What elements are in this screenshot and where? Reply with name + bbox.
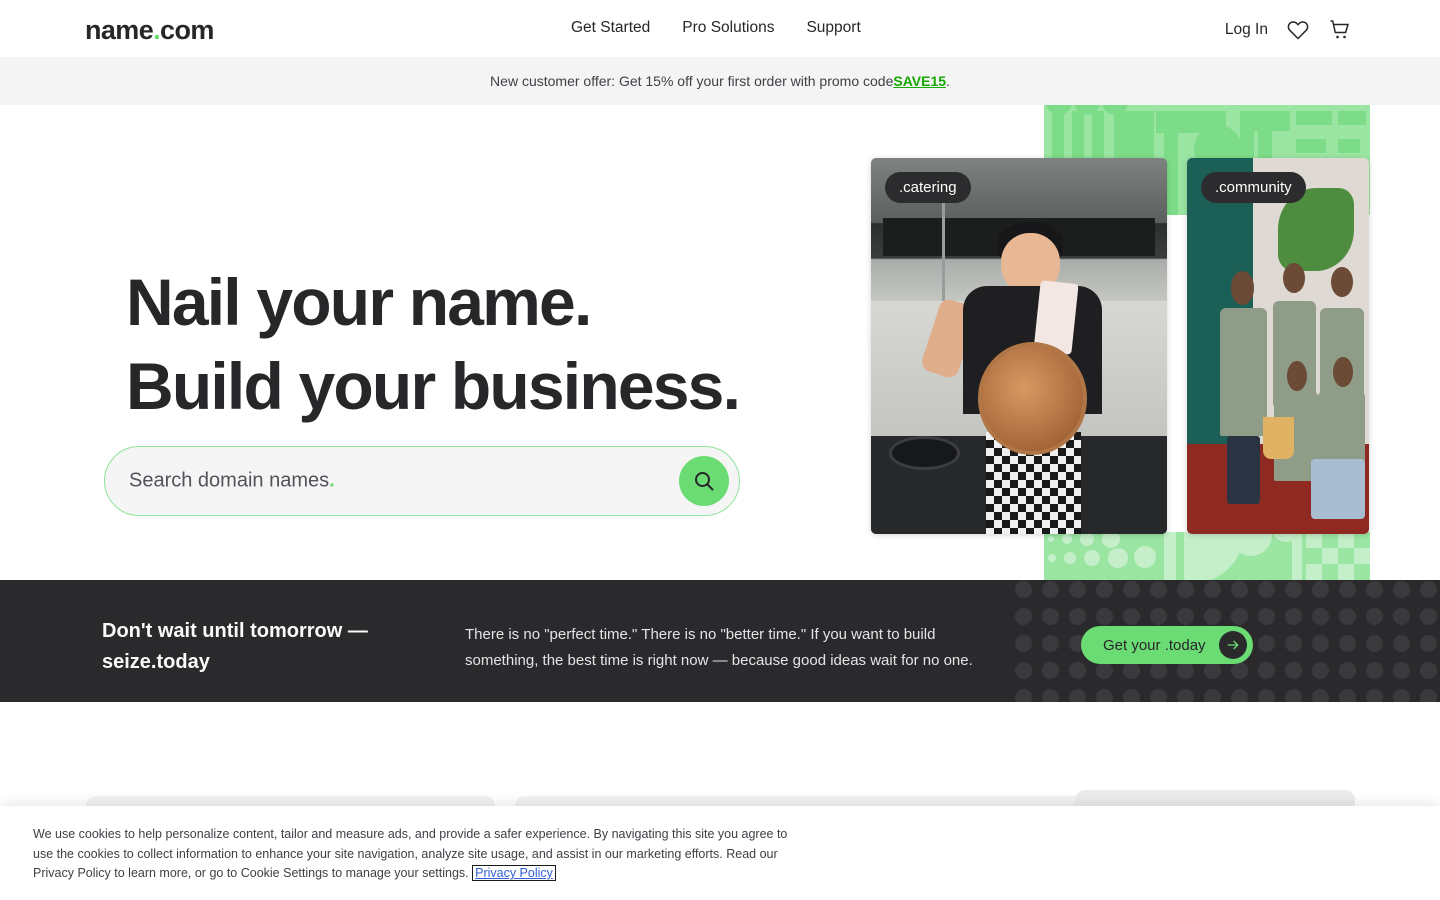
promo-text: New customer offer: Get 15% off your fir…	[490, 73, 894, 89]
site-header: name.com Get Started Pro Solutions Suppo…	[0, 0, 1440, 57]
cookie-consent-banner: We use cookies to help personalize conte…	[0, 806, 1440, 900]
login-link[interactable]: Log In	[1225, 21, 1268, 39]
get-your-today-button[interactable]: Get your .today	[1081, 626, 1253, 664]
main-nav: Get Started Pro Solutions Support	[571, 19, 861, 37]
logo-com: com	[160, 15, 214, 45]
chef-in-kitchen-photo	[871, 158, 1167, 534]
heart-icon[interactable]	[1286, 18, 1310, 42]
nav-item-pro-solutions[interactable]: Pro Solutions	[682, 19, 774, 37]
promo-suffix: .	[946, 73, 950, 89]
group-of-people-photo	[1187, 158, 1369, 534]
site-logo[interactable]: name.com	[85, 15, 214, 46]
arrow-right-icon	[1218, 631, 1247, 659]
cookie-text: We use cookies to help personalize conte…	[33, 825, 798, 884]
domain-search-bar[interactable]: Search domain names.	[104, 446, 740, 516]
logo-name: name	[85, 15, 154, 45]
logo-dot: .	[153, 15, 161, 45]
search-icon	[695, 472, 714, 491]
nav-item-get-started[interactable]: Get Started	[571, 19, 650, 37]
cookie-body: We use cookies to help personalize conte…	[33, 827, 788, 880]
promo-banner: New customer offer: Get 15% off your fir…	[0, 57, 1440, 105]
cart-icon[interactable]	[1328, 18, 1352, 42]
header-actions: Log In	[1225, 18, 1352, 42]
band-body-text: There is no "perfect time." There is no …	[465, 626, 973, 669]
search-input[interactable]	[105, 469, 679, 493]
hero-title-line2: Build your business.	[126, 349, 741, 423]
band-title: Don't wait until tomorrow — seize.today	[102, 620, 368, 673]
band-cta-label: Get your .today	[1103, 636, 1206, 654]
tld-badge-catering: .catering	[885, 172, 971, 203]
hero-title-line1: Nail your name.	[126, 265, 592, 339]
nav-item-support[interactable]: Support	[806, 19, 860, 37]
page-title: Nail your name. Build your business.	[126, 260, 741, 428]
privacy-policy-link[interactable]: Privacy Policy	[472, 865, 556, 881]
tld-card-community[interactable]: .community	[1187, 158, 1369, 534]
search-button[interactable]	[679, 456, 729, 506]
tld-badge-community: .community	[1201, 172, 1306, 203]
pattern-bottom	[1044, 532, 1370, 580]
promo-code-link[interactable]: SAVE15	[893, 73, 946, 89]
tld-card-catering[interactable]: .catering	[871, 158, 1167, 534]
page-root: name.com Get Started Pro Solutions Suppo…	[0, 0, 1440, 900]
